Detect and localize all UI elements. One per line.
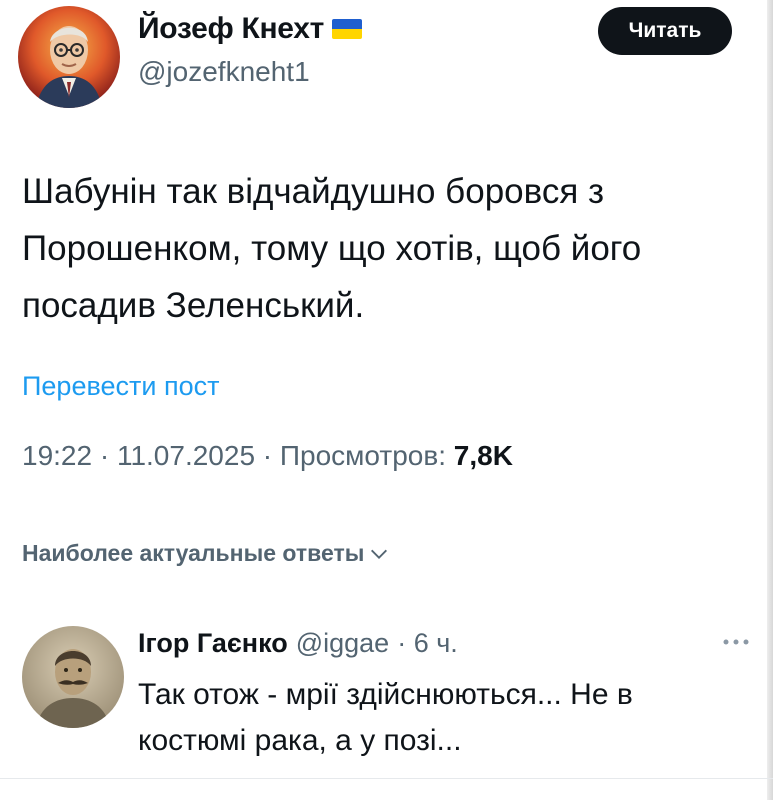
post-text-line: Порошенком, тому що хотів, щоб його: [22, 229, 642, 268]
post-text: Шабунін так відчайдушно боровся з Пороше…: [22, 163, 752, 334]
post-text-line: Шабунін так відчайдушно боровся з: [22, 172, 605, 211]
divider: [0, 778, 773, 779]
more-options-icon[interactable]: [718, 632, 754, 652]
reply-author-name[interactable]: Ігор Гаєнко: [138, 628, 288, 659]
reply-item[interactable]: Ігор Гаєнко @iggae · 6 ч. Так отож - мрі…: [0, 610, 773, 780]
reply-time[interactable]: · 6 ч.: [397, 628, 458, 659]
replies-sort-dropdown[interactable]: Наиболее актуальные ответы: [22, 540, 390, 567]
post-meta: 19:22 · 11.07.2025 · Просмотров: 7,8K: [22, 440, 513, 472]
author-name[interactable]: Йозеф Кнехт: [138, 12, 324, 46]
translate-post-link[interactable]: Перевести пост: [22, 371, 219, 402]
post-header: Йозеф Кнехт @jozefkneht1 Читать: [0, 0, 773, 110]
reply-header: Ігор Гаєнко @iggae · 6 ч.: [138, 628, 458, 659]
follow-button[interactable]: Читать: [598, 7, 732, 55]
author-handle[interactable]: @jozefkneht1: [138, 56, 310, 88]
post-text-line: посадив Зеленський.: [22, 286, 365, 325]
reply-author-avatar[interactable]: [22, 626, 124, 728]
reply-author-handle[interactable]: @iggae: [296, 628, 389, 659]
replies-sort-label: Наиболее актуальные ответы: [22, 540, 365, 566]
view-count: 7,8K: [453, 440, 513, 471]
chevron-down-icon: [371, 549, 388, 559]
reply-text-line: Так отож - мрії здійснюються... Не в: [138, 678, 633, 711]
reply-text-line: костюмі рака, а у позі...: [138, 724, 462, 757]
author-name-row[interactable]: Йозеф Кнехт: [138, 12, 363, 46]
reply-text: Так отож - мрії здійснюються... Не в кос…: [138, 672, 748, 764]
post-timestamp[interactable]: 19:22 · 11.07.2025 · Просмотров:: [22, 440, 454, 471]
author-avatar[interactable]: [18, 6, 120, 108]
ukraine-flag-icon: [332, 19, 363, 39]
